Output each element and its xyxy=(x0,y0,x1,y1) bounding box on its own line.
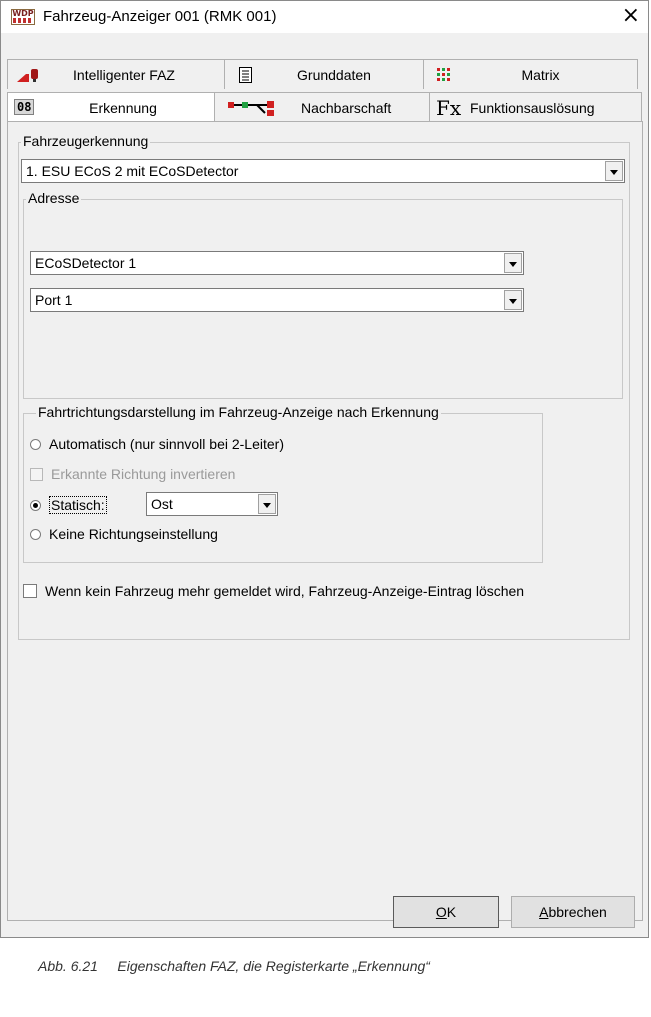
tab-matrix[interactable]: Matrix xyxy=(423,59,638,89)
close-icon[interactable]: × xyxy=(622,3,640,29)
tab-erkennung[interactable]: 08 Erkennung xyxy=(7,92,215,122)
radio-statisch[interactable]: Statisch: xyxy=(30,496,107,514)
static-direction-value: Ost xyxy=(151,496,173,512)
recognition-system-select[interactable]: 1. ESU ECoS 2 mit ECoSDetector xyxy=(21,159,625,183)
recognition-system-value: 1. ESU ECoS 2 mit ECoSDetector xyxy=(26,163,239,179)
tab-label: Funktionsauslösung xyxy=(470,99,595,116)
ok-label: K xyxy=(446,904,457,920)
checkbox-delete-label: Wenn kein Fahrzeug mehr gemeldet wird, F… xyxy=(45,583,525,599)
chevron-down-icon[interactable] xyxy=(605,161,623,181)
direction-group: Fahrtrichtungsdarstellung im Fahrzeug-An… xyxy=(23,404,543,563)
recognition-group: Fahrzeugerkennung 1. ESU ECoS 2 mit ECoS… xyxy=(18,133,630,640)
title-bar[interactable]: WDP Fahrzeug-Anzeiger 001 (RMK 001) × xyxy=(1,1,648,33)
radio-indicator[interactable] xyxy=(30,438,41,450)
static-direction-select[interactable]: Ost xyxy=(146,492,278,516)
tab-funktionsausloesung[interactable]: Fx Funktionsauslösung xyxy=(429,92,642,122)
radio-indicator[interactable] xyxy=(30,528,41,540)
checkbox-invert-direction: Erkannte Richtung invertieren xyxy=(30,466,235,482)
tab-panel-erkennung: Fahrzeugerkennung 1. ESU ECoS 2 mit ECoS… xyxy=(7,121,643,921)
direction-legend: Fahrtrichtungsdarstellung im Fahrzeug-An… xyxy=(36,404,441,420)
detector-value: ECoSDetector 1 xyxy=(35,255,137,271)
tab-intelligenter-faz[interactable]: Intelligenter FAZ xyxy=(7,59,225,89)
tab-label: Matrix xyxy=(521,66,560,83)
tab-label: Nachbarschaft xyxy=(301,99,392,116)
cancel-label: bbrechen xyxy=(548,904,607,920)
chevron-down-icon[interactable] xyxy=(504,253,522,273)
checkbox-indicator[interactable] xyxy=(23,584,37,598)
radio-automatisch[interactable]: Automatisch (nur sinnvoll bei 2-Leiter) xyxy=(30,436,284,452)
tab-nachbarschaft[interactable]: Nachbarschaft xyxy=(214,92,430,122)
checkbox-invert-label: Erkannte Richtung invertieren xyxy=(51,466,236,482)
window-title: Fahrzeug-Anzeiger 001 (RMK 001) xyxy=(43,8,277,25)
ok-mnemonic: O xyxy=(435,904,447,920)
radio-automatisch-label: Automatisch (nur sinnvoll bei 2-Leiter) xyxy=(49,436,284,452)
app-logo-icon: WDP xyxy=(11,9,35,25)
radio-keine-label: Keine Richtungseinstellung xyxy=(49,526,218,542)
tab-label: Intelligenter FAZ xyxy=(73,66,175,83)
radio-keine-richtung[interactable]: Keine Richtungseinstellung xyxy=(30,526,218,542)
ok-button[interactable]: OK xyxy=(393,896,499,928)
checkbox-delete-entry[interactable]: Wenn kein Fahrzeug mehr gemeldet wird, F… xyxy=(23,583,524,599)
chevron-down-icon[interactable] xyxy=(258,494,276,514)
recognition-legend: Fahrzeugerkennung xyxy=(21,133,151,149)
checkbox-indicator xyxy=(30,467,43,481)
properties-dialog: WDP Fahrzeug-Anzeiger 001 (RMK 001) × In… xyxy=(0,0,649,938)
radio-indicator[interactable] xyxy=(30,499,41,511)
tab-label: Erkennung xyxy=(89,99,157,116)
tab-label: Grunddaten xyxy=(297,66,371,83)
port-value: Port 1 xyxy=(35,292,73,308)
address-group: Adresse ECoSDetector 1 Port 1 xyxy=(23,190,623,399)
tab-row-1: Intelligenter FAZ Grunddaten Matrix xyxy=(7,59,638,89)
detector-select[interactable]: ECoSDetector 1 xyxy=(30,251,524,275)
figure-caption: Abb. 6.21 Eigenschaften FAZ, die Registe… xyxy=(38,958,430,974)
address-legend: Adresse xyxy=(26,190,82,206)
chevron-down-icon[interactable] xyxy=(504,290,522,310)
tab-row-2: 08 Erkennung Nachbarschaft Fx Funktionsa… xyxy=(7,92,642,122)
cancel-button[interactable]: Abbrechen xyxy=(511,896,635,928)
tab-grunddaten[interactable]: Grunddaten xyxy=(224,59,424,89)
port-select[interactable]: Port 1 xyxy=(30,288,524,312)
radio-statisch-label: Statisch: xyxy=(49,496,107,514)
